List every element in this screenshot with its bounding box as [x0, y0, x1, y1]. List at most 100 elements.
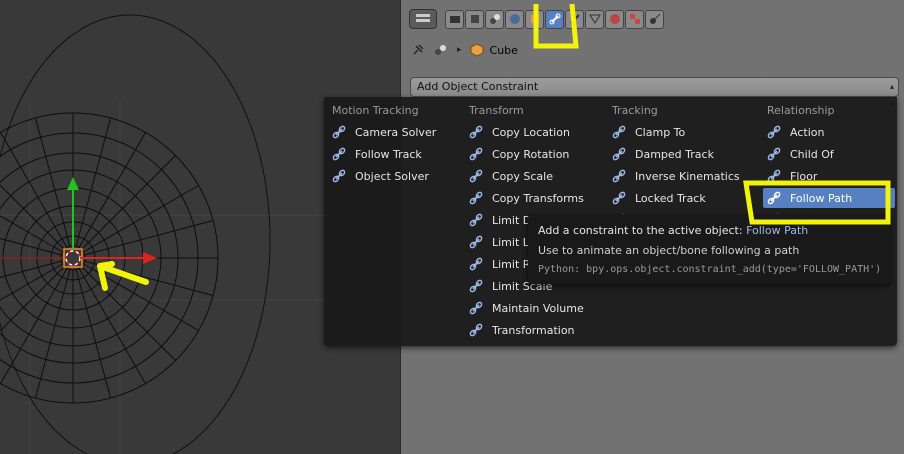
constraint-link-icon	[469, 323, 483, 337]
world-icon	[509, 14, 520, 24]
material-icon	[609, 14, 620, 24]
wireframe-edge	[34, 117, 71, 247]
constraint-link-icon	[612, 147, 626, 161]
x-axis-arrow-icon	[80, 252, 157, 264]
menu-item-label: Floor	[790, 169, 818, 183]
constraint-link-icon	[469, 257, 483, 271]
menu-heading: Motion Tracking	[332, 104, 419, 117]
breadcrumb-separator-icon: ▸	[457, 45, 462, 55]
constraint-link-icon	[469, 301, 483, 315]
menu-item-damped-track[interactable]: Damped Track	[612, 144, 714, 164]
menu-item-floor[interactable]: Floor	[767, 166, 817, 186]
constraint-link-icon	[767, 191, 781, 205]
constraint-link-icon	[469, 213, 483, 227]
wireframe-edge	[34, 269, 71, 399]
menu-item-label: Copy Location	[492, 125, 570, 139]
menu-item-label: Action	[790, 125, 825, 139]
menu-item-label: Follow Track	[355, 147, 422, 161]
constraint-link-icon	[469, 191, 483, 205]
modifiers-icon	[569, 14, 580, 24]
constraint-link-icon	[469, 169, 483, 183]
pin-icon[interactable]	[411, 43, 425, 57]
tab-physics[interactable]	[645, 9, 664, 29]
physics-icon	[649, 13, 660, 24]
tab-scene[interactable]	[485, 9, 504, 29]
menu-item-maintain-volume[interactable]: Maintain Volume	[469, 298, 584, 318]
menu-item-label: Object Solver	[355, 169, 429, 183]
constraint-link-icon	[767, 125, 781, 139]
tab-object[interactable]	[525, 9, 544, 29]
tab-render-layers[interactable]	[465, 9, 484, 29]
wireframe-edge	[84, 260, 214, 297]
constraint-link-icon	[332, 169, 346, 183]
breadcrumb: ▸ Cube	[411, 40, 518, 60]
menu-item-copy-transforms[interactable]: Copy Transforms	[469, 188, 584, 208]
constraint-link-icon	[612, 169, 626, 183]
render-icon	[449, 16, 460, 23]
menu-heading: Tracking	[612, 104, 658, 117]
properties-tabs	[409, 8, 665, 30]
constraint-link-icon	[332, 147, 346, 161]
scene-icon	[489, 14, 500, 24]
menu-item-camera-solver[interactable]: Camera Solver	[332, 122, 436, 142]
y-axis-arrow-icon	[67, 177, 79, 250]
menu-item-label: Follow Path	[790, 191, 853, 205]
wireframe-edge	[0, 184, 65, 250]
menu-item-label: Inverse Kinematics	[635, 169, 740, 183]
wireframe-edge	[75, 117, 112, 247]
menu-item-clamp-to[interactable]: Clamp To	[612, 122, 685, 142]
menu-item-copy-location[interactable]: Copy Location	[469, 122, 570, 142]
constraint-link-icon	[612, 191, 626, 205]
texture-icon	[629, 14, 640, 24]
tooltip-title-value: Follow Path	[746, 224, 809, 237]
menu-item-label: Transformation	[492, 323, 575, 337]
data-icon	[588, 14, 601, 24]
menu-item-inverse-kinematics[interactable]: Inverse Kinematics	[612, 166, 740, 186]
editor-type-icon	[416, 14, 430, 22]
constraint-link-icon	[469, 125, 483, 139]
wireframe-edge	[0, 215, 63, 253]
wireframe-edge	[81, 266, 176, 361]
menu-item-label: Damped Track	[635, 147, 714, 161]
tab-material[interactable]	[605, 9, 624, 29]
menu-item-label: Child Of	[790, 147, 834, 161]
scene-icon	[435, 45, 446, 55]
menu-item-child-of[interactable]: Child Of	[767, 144, 834, 164]
menu-heading: Transform	[469, 104, 524, 117]
tooltip-python: Python: bpy.ops.object.constraint_add(ty…	[538, 264, 882, 275]
wireframe-edge	[0, 266, 65, 332]
menu-item-follow-track[interactable]: Follow Track	[332, 144, 422, 164]
menu-item-copy-rotation[interactable]: Copy Rotation	[469, 144, 569, 164]
menu-item-label: Maintain Volume	[492, 301, 584, 315]
tab-render[interactable]	[445, 9, 464, 29]
menu-item-transformation[interactable]: Transformation	[469, 320, 575, 340]
editor-type-selector[interactable]	[409, 9, 437, 29]
menu-item-follow-path[interactable]: Follow Path	[763, 188, 895, 208]
menu-item-copy-scale[interactable]: Copy Scale	[469, 166, 553, 186]
menu-item-locked-track[interactable]: Locked Track	[612, 188, 706, 208]
menu-item-object-solver[interactable]: Object Solver	[332, 166, 429, 186]
constraint-link-icon	[767, 169, 781, 183]
constraints-icon	[549, 13, 560, 25]
tooltip-description: Use to animate an object/bone following …	[538, 244, 800, 257]
menu-heading: Relationship	[767, 104, 835, 117]
menu-item-label: Copy Scale	[492, 169, 553, 183]
tab-texture[interactable]	[625, 9, 644, 29]
wireframe-edge	[0, 263, 63, 301]
tab-constraints[interactable]	[545, 9, 564, 29]
constraint-link-icon	[767, 147, 781, 161]
context-object-name: Cube	[489, 43, 518, 57]
tab-world[interactable]	[505, 9, 524, 29]
constraint-link-icon	[469, 279, 483, 293]
tooltip-title: Add a constraint to the active object: F…	[538, 224, 808, 237]
render-layers-icon	[470, 15, 479, 23]
tooltip-title-prefix: Add a constraint to the active object:	[538, 224, 743, 237]
tab-modifiers[interactable]	[565, 9, 584, 29]
menu-item-label: Copy Rotation	[492, 147, 570, 161]
add-object-constraint-label: Add Object Constraint	[417, 80, 539, 93]
add-object-constraint-dropdown[interactable]: Add Object Constraint ▴▾	[410, 77, 899, 109]
menu-item-action[interactable]: Action	[767, 122, 824, 142]
menu-item-label: Camera Solver	[355, 125, 437, 139]
tab-data[interactable]	[585, 9, 604, 29]
menu-item-label: Copy Transforms	[492, 191, 584, 205]
